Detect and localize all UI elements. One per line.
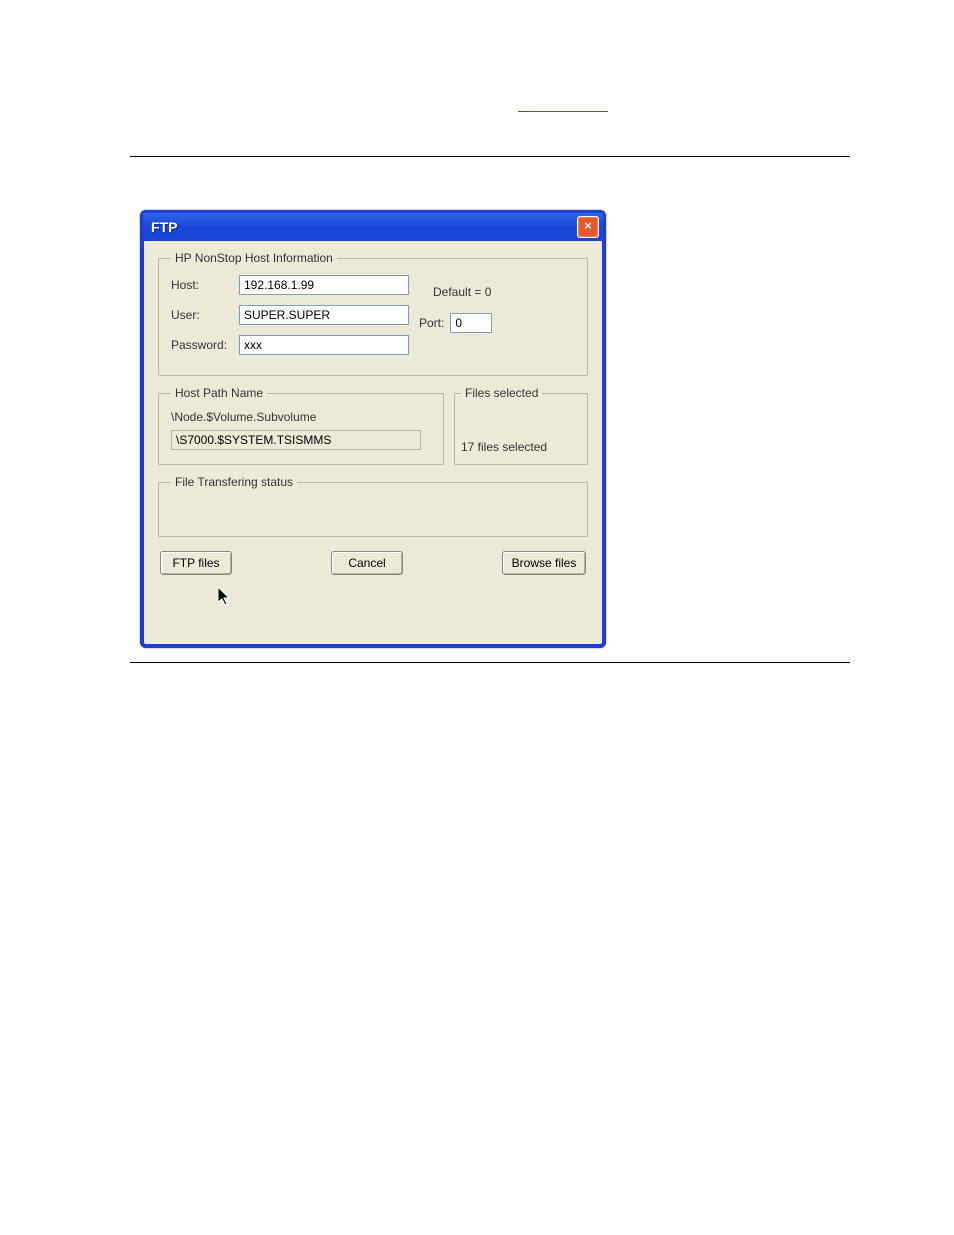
port-label: Port:: [419, 316, 444, 330]
close-button[interactable]: ×: [577, 216, 599, 238]
host-input[interactable]: [239, 275, 409, 295]
files-selected-legend: Files selected: [461, 386, 542, 400]
browse-files-button[interactable]: Browse files: [502, 551, 586, 575]
transfer-status-legend: File Transfering status: [171, 475, 297, 489]
default-label: Default = 0: [433, 285, 491, 299]
host-path-hint: \Node.$Volume.Subvolume: [171, 410, 431, 424]
port-input[interactable]: [450, 313, 492, 333]
dialog-title: FTP: [151, 219, 177, 235]
close-icon: ×: [584, 218, 592, 233]
header-link-underline: [518, 110, 608, 112]
ftp-dialog: FTP × HP NonStop Host Information Host: …: [140, 210, 606, 648]
bottom-rule: [130, 662, 850, 663]
host-label: Host:: [171, 278, 239, 292]
top-rule: [130, 156, 850, 157]
files-selected-group: Files selected 17 files selected: [454, 386, 588, 465]
password-input[interactable]: [239, 335, 409, 355]
host-path-group: Host Path Name \Node.$Volume.Subvolume: [158, 386, 444, 465]
user-label: User:: [171, 308, 239, 322]
user-input[interactable]: [239, 305, 409, 325]
port-block: Port:: [419, 313, 492, 333]
host-path-legend: Host Path Name: [171, 386, 267, 400]
titlebar: FTP ×: [143, 213, 603, 241]
host-info-legend: HP NonStop Host Information: [171, 251, 337, 265]
files-selected-count: 17 files selected: [461, 440, 581, 454]
host-info-group: HP NonStop Host Information Host: User: …: [158, 251, 588, 376]
host-path-input[interactable]: [171, 430, 421, 450]
ftp-files-button[interactable]: FTP files: [160, 551, 232, 575]
button-row: FTP files Cancel Browse files: [158, 551, 588, 575]
password-label: Password:: [171, 338, 239, 352]
cancel-button[interactable]: Cancel: [331, 551, 403, 575]
transfer-status-group: File Transfering status: [158, 475, 588, 537]
dialog-content: HP NonStop Host Information Host: User: …: [144, 241, 602, 587]
